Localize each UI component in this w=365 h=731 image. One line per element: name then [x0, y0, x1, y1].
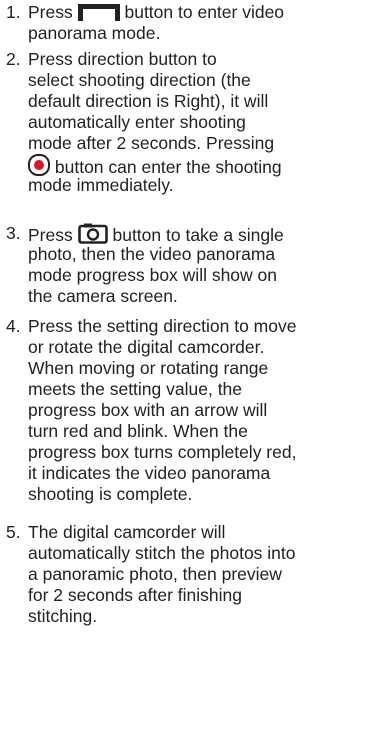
step-line: mode progress box will show on [28, 265, 278, 285]
step-line: panorama mode. [28, 23, 161, 43]
step-text: Press direction button to select shootin… [28, 49, 363, 196]
step-line: button can enter the shooting [54, 157, 282, 177]
step-line: or rotate the digital camcorder. [28, 337, 265, 357]
step-line: progress box with an arrow will [28, 400, 268, 420]
step-line: button to take a single [112, 225, 284, 245]
step-line: select shooting direction (the [28, 70, 251, 90]
step-line: meets the setting value, the [28, 379, 243, 399]
step-line: When moving or rotating range [28, 358, 269, 378]
step-line: automatically stitch the photos into [28, 543, 296, 563]
step-number: 4. [6, 316, 21, 336]
step-line: turn red and blink. When the [28, 421, 248, 441]
step-line: for 2 seconds after finishing [28, 585, 243, 605]
step-line: it indicates the video panorama [28, 463, 271, 483]
step-text: Press the setting direction to move or r… [28, 316, 363, 505]
step-number: 1. [6, 2, 21, 22]
step-line: Press the setting direction to move [28, 316, 297, 336]
step-number: 2. [6, 49, 21, 69]
step-number: 3. [6, 223, 21, 243]
step-line: photo, then the video panorama [28, 244, 276, 264]
step-line: Press [28, 225, 73, 245]
step-text: Press button to take a single photo, the… [28, 223, 363, 307]
step-line: Press direction button to [28, 49, 217, 69]
step-text: Press button to enter video panorama mod… [28, 2, 363, 44]
step-line: button to enter video [124, 2, 285, 22]
step-line: automatically enter shooting [28, 112, 246, 132]
step-line: progress box turns completely red, [28, 442, 297, 462]
step-line: the camera screen. [28, 286, 178, 306]
step-line: mode immediately. [28, 175, 174, 195]
step-line: a panoramic photo, then preview [28, 564, 282, 584]
step-line: shooting is complete. [28, 484, 193, 504]
step-line: default direction is Right), it will [28, 91, 269, 111]
step-line: mode after 2 seconds. Pressing [28, 133, 275, 153]
step-number: 5. [6, 522, 21, 542]
step-line: The digital camcorder will [28, 522, 226, 542]
step-line: Press [28, 2, 73, 22]
step-text: The digital camcorder will automatically… [28, 522, 363, 627]
step-line: stitching. [28, 606, 98, 626]
